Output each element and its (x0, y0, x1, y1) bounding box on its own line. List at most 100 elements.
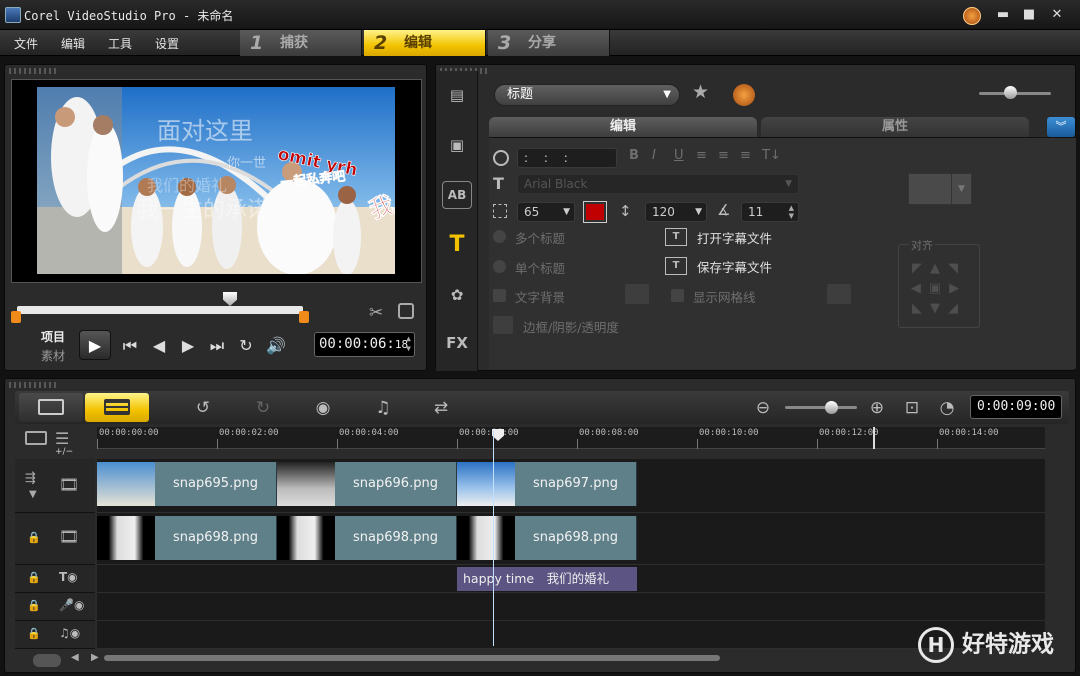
video-track[interactable]: snap695.png snap696.png snap697.png (97, 459, 1045, 513)
align-right-icon[interactable]: ≡ (740, 148, 751, 163)
menu-settings[interactable]: 设置 (155, 35, 179, 52)
title-track-header[interactable]: 🔒 T◉ (15, 565, 95, 593)
angle-field[interactable]: 11 ▲ ▼ (741, 202, 799, 222)
italic-icon[interactable]: I (652, 148, 656, 163)
save-subtitle-icon[interactable]: T (665, 257, 687, 275)
show-grid-checkbox[interactable] (671, 289, 684, 302)
line-spacing-dropdown[interactable]: 120 ▼ (645, 202, 707, 222)
multi-title-radio[interactable] (493, 230, 506, 243)
lock-icon[interactable]: 🔒 (27, 531, 41, 544)
project-duration-icon[interactable]: ◔ (935, 398, 959, 418)
media-icon[interactable]: ▤ (442, 81, 472, 109)
save-subtitle-button[interactable]: 保存字幕文件 (697, 257, 772, 276)
tab-edit-options[interactable]: 编辑 (489, 117, 757, 137)
track-manager-icon[interactable] (25, 431, 47, 445)
underline-icon[interactable]: U (674, 148, 684, 163)
audio-mixer-icon[interactable]: ♫ (371, 398, 395, 418)
record-capture-icon[interactable]: ◉ (311, 398, 335, 418)
scroll-left-icon[interactable]: ◀ (71, 652, 79, 663)
scroll-right-icon[interactable]: ▶ (91, 652, 99, 663)
title-bar[interactable]: Corel VideoStudio Pro - 未命名 ▬ ■ ✕ (0, 0, 1080, 30)
timeline-view-button[interactable] (85, 393, 149, 422)
text-background-settings-icon[interactable] (625, 284, 649, 304)
add-to-favorites-icon[interactable]: ★ (692, 81, 709, 103)
zoom-in-icon[interactable]: ⊕ (865, 398, 889, 418)
overlay-clip[interactable]: snap698.png (277, 516, 457, 560)
get-more-content-icon[interactable] (733, 84, 755, 106)
close-button[interactable]: ✕ (1046, 6, 1068, 24)
previous-frame-icon[interactable]: ◀ (147, 335, 171, 357)
repeat-icon[interactable]: ↻ (234, 335, 258, 357)
bold-icon[interactable]: B (629, 148, 639, 163)
video-clip[interactable]: snap696.png (277, 462, 457, 506)
enlarge-preview-icon[interactable] (398, 303, 414, 319)
tab-edit[interactable]: 2 编辑 (364, 30, 486, 56)
overlay-clip[interactable]: snap698.png (457, 516, 637, 560)
menu-edit[interactable]: 编辑 (61, 35, 85, 52)
border-shadow-icon[interactable] (493, 316, 513, 334)
lock-icon[interactable]: 🔒 (27, 627, 41, 640)
zoom-out-icon[interactable]: ⊖ (751, 398, 775, 418)
border-shadow-label[interactable]: 边框/阴影/透明度 (523, 317, 619, 336)
video-clip[interactable]: snap697.png (457, 462, 637, 506)
lock-icon[interactable]: 🔒 (27, 571, 41, 584)
ripple-edit-icon[interactable]: ⇶ (25, 471, 36, 486)
timecode-stepper[interactable]: ▲ ▼ (406, 334, 411, 354)
title-icon[interactable]: T (442, 231, 472, 259)
category-dropdown[interactable]: 标题 ▼ (494, 84, 680, 106)
voice-track-header[interactable]: 🔒 🎤◉ (15, 593, 95, 621)
volume-icon[interactable]: 🔊 (264, 335, 288, 357)
timeline-timecode[interactable]: 0:00:09:00 (970, 395, 1062, 419)
trim-end-handle[interactable] (299, 311, 309, 323)
add-remove-chapter[interactable]: +/− (55, 447, 73, 457)
end-icon[interactable]: ⏭ (205, 335, 229, 357)
vertical-text-icon[interactable]: T↓ (762, 148, 781, 163)
next-frame-icon[interactable]: ▶ (176, 335, 200, 357)
preview-timecode[interactable]: 00:00:06:18 ▲ ▼ (314, 332, 415, 357)
auto-music-icon[interactable]: ⇄ (429, 398, 453, 418)
graphics-icon[interactable]: AB (442, 181, 472, 209)
track-settings-button[interactable] (33, 654, 61, 667)
trim-start-handle[interactable] (11, 311, 21, 323)
undo-icon[interactable]: ↺ (191, 398, 215, 418)
scrub-bar[interactable] (17, 306, 303, 314)
project-mode-label[interactable]: 项目 (41, 328, 65, 345)
home-icon[interactable]: ⏮ (118, 335, 142, 357)
menu-tools[interactable]: 工具 (108, 35, 132, 52)
angle-stepper[interactable]: ▲ ▼ (789, 204, 794, 220)
tab-attributes[interactable]: 属性 (761, 117, 1029, 137)
title-track[interactable]: happy time 我们的婚礼 (97, 565, 1045, 593)
overlay-track-header[interactable]: 🔒 🎞 (15, 513, 95, 565)
menu-file[interactable]: 文件 (14, 35, 38, 52)
transition-icon[interactable]: ▣ (442, 131, 472, 159)
play-button[interactable]: ▶ (79, 330, 111, 360)
zoom-slider-handle[interactable] (825, 401, 838, 414)
panel-grip[interactable] (9, 68, 59, 74)
panel-grip[interactable] (9, 382, 59, 388)
time-ruler[interactable]: 00:00:00:00 00:00:02:00 00:00:04:00 00:0… (97, 427, 1045, 449)
align-left-icon[interactable]: ≡ (696, 148, 707, 163)
thumbnail-size-handle[interactable] (1004, 86, 1017, 99)
text-background-checkbox[interactable] (493, 289, 506, 302)
overlay-clip[interactable]: snap698.png (97, 516, 277, 560)
corel-badge-icon[interactable] (963, 7, 981, 25)
open-subtitle-icon[interactable]: T (665, 228, 687, 246)
fit-project-icon[interactable]: ⊡ (900, 398, 924, 418)
timeline-horizontal-scrollbar[interactable] (104, 655, 720, 661)
text-color-swatch[interactable] (583, 201, 607, 223)
tab-share[interactable]: 3 分享 (488, 30, 610, 56)
video-clip[interactable]: snap695.png (97, 462, 277, 506)
minimize-button[interactable]: ▬ (992, 6, 1014, 24)
scissors-icon[interactable]: ✂ (369, 303, 383, 323)
clip-mode-label[interactable]: 素材 (41, 347, 65, 364)
music-track[interactable] (97, 621, 1045, 649)
chapter-list-icon[interactable]: ☰ (55, 429, 69, 448)
title-preset-dropdown[interactable]: ▼ (908, 173, 972, 205)
video-track-header[interactable]: ⇶ ▼ 🎞 (15, 459, 95, 513)
single-title-radio[interactable] (493, 260, 506, 273)
align-center-icon[interactable]: ≡ (718, 148, 729, 163)
lock-icon[interactable]: 🔒 (27, 599, 41, 612)
overlay-track[interactable]: snap698.png snap698.png snap698.png (97, 513, 1045, 565)
font-size-dropdown[interactable]: 65 ▼ (517, 202, 575, 222)
grid-settings-icon[interactable] (827, 284, 851, 304)
